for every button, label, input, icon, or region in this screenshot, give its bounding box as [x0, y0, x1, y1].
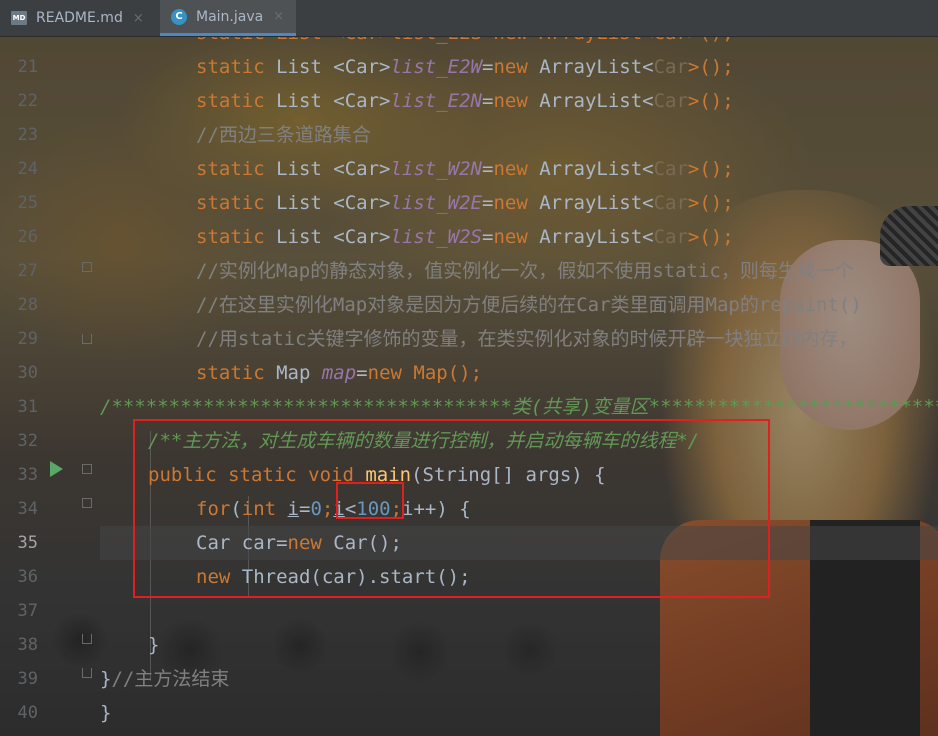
fold-marker-icon[interactable]	[82, 262, 92, 272]
close-icon[interactable]: ×	[273, 9, 284, 24]
line-number: 34	[17, 499, 38, 519]
tab-main-java[interactable]: C Main.java ×	[160, 0, 296, 36]
line-number: 31	[17, 397, 38, 417]
tab-label: README.md	[36, 10, 123, 26]
line-number: 40	[17, 703, 38, 723]
fold-marker-icon[interactable]	[82, 464, 92, 474]
line-number: 29	[17, 329, 38, 349]
code-line-21: static List <Car>list_E2W=new ArrayList<…	[196, 56, 734, 78]
tab-readme[interactable]: MD README.md ×	[0, 0, 160, 36]
line-number: 38	[17, 635, 38, 655]
fold-marker-icon[interactable]	[82, 498, 92, 508]
code-line-40: }	[100, 702, 112, 724]
code-line-30: static Map map=new Map();	[196, 362, 483, 384]
editor-gutter: 21 22 23 24 25 26 27 28 29 30 31 32 33 3…	[0, 36, 100, 736]
line-number: 30	[17, 363, 38, 383]
code-line-39: }//主方法结束	[100, 668, 230, 690]
line-number-current: 35	[17, 533, 38, 553]
line-number: 37	[17, 601, 38, 621]
code-line-38: }	[148, 634, 160, 656]
tab-label: Main.java	[196, 8, 264, 25]
code-editor[interactable]: static List <Car>list_E2S=new ArrayList<…	[100, 22, 938, 736]
line-number: 21	[17, 57, 38, 77]
code-line-22: static List <Car>list_E2N=new ArrayList<…	[196, 90, 734, 112]
line-number: 27	[17, 261, 38, 281]
line-number: 28	[17, 295, 38, 315]
code-line-29: //用static关键字修饰的变量，在类实例化对象的时候开辟一块独立的内存，	[196, 328, 858, 350]
annotation-box-loop-condition	[336, 482, 404, 519]
line-number: 25	[17, 193, 38, 213]
run-main-icon[interactable]	[50, 461, 63, 477]
java-class-icon: C	[170, 8, 188, 25]
line-number: 22	[17, 91, 38, 111]
close-icon[interactable]: ×	[133, 11, 144, 26]
editor-tab-bar: MD README.md × C Main.java ×	[0, 0, 938, 37]
fold-end-marker-icon[interactable]	[82, 668, 92, 678]
line-number: 24	[17, 159, 38, 179]
code-line-26: static List <Car>list_W2S=new ArrayList<…	[196, 226, 734, 248]
fold-end-marker-icon[interactable]	[82, 634, 92, 644]
annotation-box-main-method	[133, 419, 770, 598]
line-number: 33	[17, 465, 38, 485]
line-number: 23	[17, 125, 38, 145]
fold-end-marker-icon[interactable]	[82, 334, 92, 344]
code-line-25: static List <Car>list_W2E=new ArrayList<…	[196, 192, 734, 214]
line-number: 26	[17, 227, 38, 247]
line-number: 39	[17, 669, 38, 689]
code-line-23: //西边三条道路集合	[196, 124, 371, 146]
markdown-file-icon: MD	[10, 10, 28, 26]
line-number: 36	[17, 567, 38, 587]
code-line-24: static List <Car>list_W2N=new ArrayList<…	[196, 158, 734, 180]
code-line-27: //实例化Map的静态对象，值实例化一次，假如不使用static，则每生成一个	[196, 260, 854, 282]
line-number: 32	[17, 431, 38, 451]
code-line-28: //在这里实例化Map对象是因为方便后续的在Car类里面调用Map的repain…	[196, 294, 862, 316]
